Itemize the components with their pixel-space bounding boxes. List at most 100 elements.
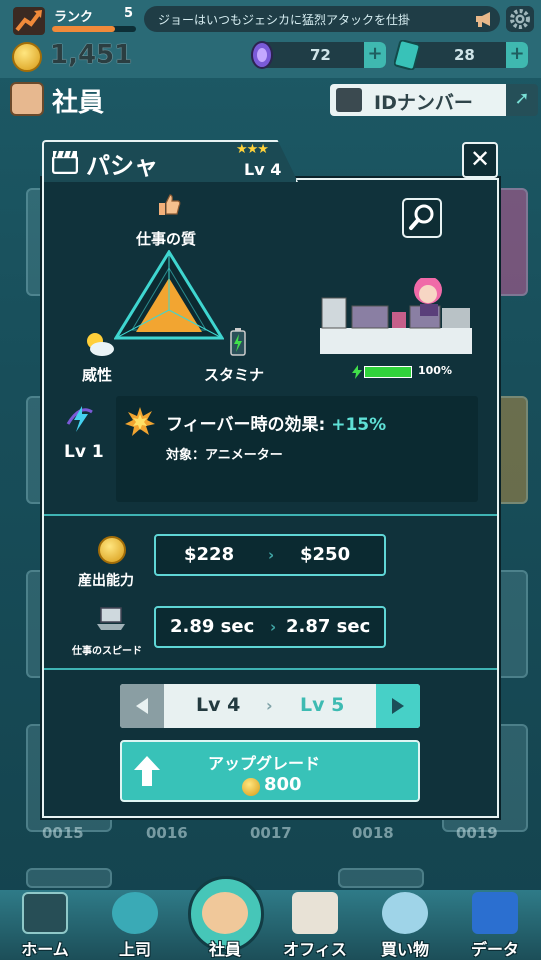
nav-boss[interactable]: 上司 xyxy=(90,890,180,960)
speed-current: 2.89 sec xyxy=(170,616,255,637)
news-ticker[interactable]: ジョーはいつもジェシカに猛烈アタックを仕掛 xyxy=(144,6,500,32)
section-header: 社員 IDナンバー xyxy=(0,78,541,120)
nav-employees[interactable]: 社員 xyxy=(180,890,270,960)
boss-icon xyxy=(112,892,158,934)
stats-triangle xyxy=(114,250,224,340)
id-number-button[interactable]: IDナンバー xyxy=(330,84,506,116)
sort-arrow-button[interactable]: ➚ xyxy=(506,84,538,116)
ticket-icon xyxy=(394,40,420,70)
add-tickets-button[interactable]: + xyxy=(506,42,528,68)
gem-count: 72 xyxy=(310,46,331,64)
rank-value: 5 xyxy=(124,6,134,21)
employee-number: 0016 xyxy=(146,824,188,842)
explosion-icon xyxy=(125,407,155,436)
rating-stars: ★★★ xyxy=(236,142,269,157)
nav-data[interactable]: データ xyxy=(450,890,540,960)
laptop-icon xyxy=(97,607,125,630)
fever-effect-text: フィーバー時の効果: +15% xyxy=(166,410,386,435)
employee-name: パシャ xyxy=(86,152,158,180)
ticker-text: ジョーはいつもジェシカに猛烈アタックを仕掛 xyxy=(158,13,411,27)
nav-shop[interactable]: 買い物 xyxy=(360,890,450,960)
shop-icon xyxy=(382,892,428,934)
thumbs-up-icon xyxy=(159,194,181,215)
fever-effect-label: フィーバー時の効果: xyxy=(166,415,326,435)
stat-stamina-label: スタミナ xyxy=(204,366,265,384)
energy-bar xyxy=(364,366,412,378)
rank-arrow-icon xyxy=(13,7,45,35)
close-button[interactable]: ✕ xyxy=(462,142,498,178)
employee-number: 0018 xyxy=(352,824,394,842)
production-label: 産出能力 xyxy=(78,573,134,589)
production-box: $228 › $250 xyxy=(154,534,386,576)
employee-number: 0015 xyxy=(42,824,84,842)
employee-number: 0017 xyxy=(250,824,292,842)
nav-home[interactable]: ホーム xyxy=(0,890,90,960)
upgrade-cost: 800 xyxy=(264,774,302,795)
employee-card[interactable] xyxy=(338,868,424,888)
stat-charisma-label: 威性 xyxy=(82,366,113,384)
level-next-button[interactable] xyxy=(376,684,420,728)
nav-home-label: ホーム xyxy=(21,940,69,959)
triangle-right-icon xyxy=(392,698,404,714)
skill-level: Lv 1 xyxy=(64,442,104,462)
triangle-left-icon xyxy=(136,698,148,714)
level-selector: Lv 4 › Lv 5 xyxy=(120,684,420,728)
top-bar: ランク 5 ジョーはいつもジェシカに猛烈アタックを仕掛 1,451 72 + 2… xyxy=(0,0,541,78)
gear-icon[interactable] xyxy=(506,6,534,32)
coin-amount: 1,451 xyxy=(50,40,133,70)
chevron-right-icon: › xyxy=(270,618,277,636)
employee-number: 0019 xyxy=(456,824,498,842)
home-icon xyxy=(22,892,68,934)
nav-office[interactable]: オフィス xyxy=(270,890,360,960)
speed-box: 2.89 sec › 2.87 sec xyxy=(154,606,386,648)
rank-progress-bar xyxy=(52,26,136,32)
data-icon xyxy=(472,892,518,934)
clapperboard-icon xyxy=(52,150,78,174)
close-icon: ✕ xyxy=(469,145,491,173)
employee-desk-illustration xyxy=(320,278,472,354)
nav-employees-label: 社員 xyxy=(208,940,241,959)
energy-percent: 100% xyxy=(418,364,452,377)
upgrade-button[interactable]: アップグレード 800 xyxy=(120,740,420,802)
production-next: $250 xyxy=(300,544,351,565)
employee-section-icon xyxy=(10,82,44,116)
gem-counter: 72 + xyxy=(260,42,386,68)
gem-icon xyxy=(251,41,273,69)
fever-bonus: +15% xyxy=(331,415,387,435)
nav-data-label: データ xyxy=(470,940,519,959)
id-number-label: IDナンバー xyxy=(374,92,473,114)
megaphone-icon xyxy=(476,12,490,27)
rank-label: ランク xyxy=(54,10,94,25)
skill-lightning-icon xyxy=(66,406,93,432)
magnifier-icon xyxy=(409,204,434,230)
nav-office-label: オフィス xyxy=(283,940,347,959)
nav-boss-label: 上司 xyxy=(118,940,151,959)
upgrade-arrow-icon xyxy=(134,756,160,786)
coin-icon xyxy=(12,42,42,72)
level-next: Lv 5 xyxy=(300,694,345,716)
zoom-button[interactable] xyxy=(402,198,442,238)
chevron-right-icon: › xyxy=(266,696,273,715)
employee-card[interactable] xyxy=(26,868,112,888)
add-gems-button[interactable]: + xyxy=(364,42,386,68)
coin-icon xyxy=(98,536,126,564)
speed-label: 仕事のスピード xyxy=(72,646,142,657)
level-current: Lv 4 xyxy=(196,694,241,716)
page-title: 社員 xyxy=(52,88,105,118)
speed-next: 2.87 sec xyxy=(286,616,371,637)
divider xyxy=(44,514,497,516)
skill-target: 対象：アニメーター xyxy=(166,448,283,463)
coin-icon xyxy=(242,778,260,796)
upgrade-label: アップグレード xyxy=(208,754,321,773)
id-card-icon xyxy=(336,88,362,112)
ticket-count: 28 xyxy=(454,46,475,64)
employee-icon xyxy=(202,892,248,934)
lightning-icon xyxy=(352,365,362,379)
employee-level: Lv 4 xyxy=(244,160,282,179)
production-current: $228 xyxy=(184,544,235,565)
level-prev-button[interactable] xyxy=(120,684,164,728)
office-icon xyxy=(292,892,338,934)
chevron-right-icon: › xyxy=(268,546,275,564)
battery-icon xyxy=(230,328,246,356)
sun-cloud-icon xyxy=(87,333,114,356)
